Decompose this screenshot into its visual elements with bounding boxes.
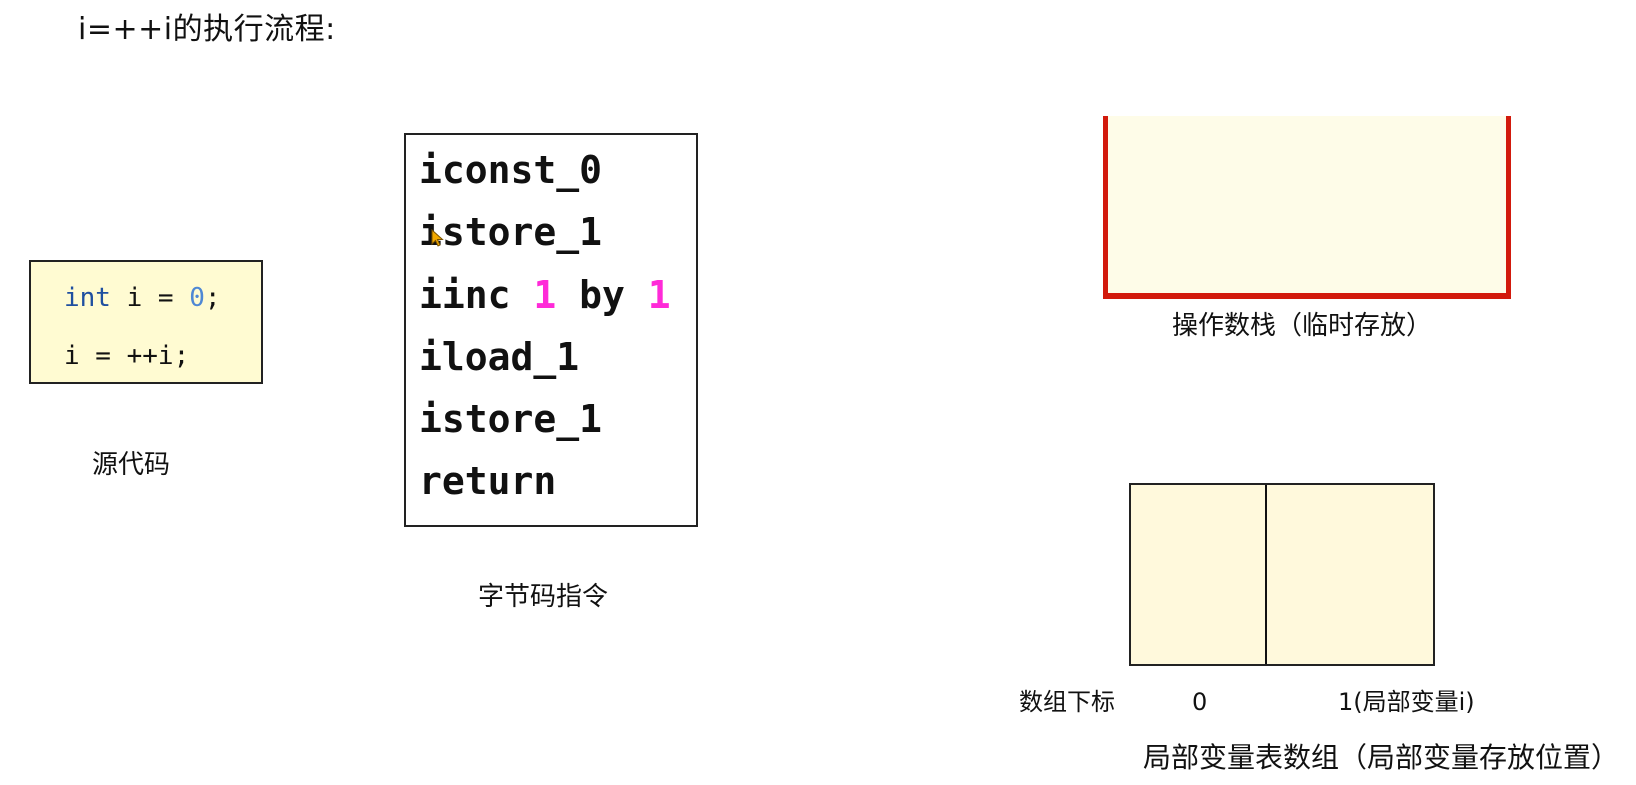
bytecode-op: iinc	[419, 273, 534, 317]
local-variable-table-label: 局部变量表数组（局部变量存放位置）	[1143, 741, 1620, 774]
bytecode-label: 字节码指令	[478, 582, 609, 612]
operand-stack-label: 操作数栈（临时存放）	[1172, 311, 1433, 341]
code-text: i =	[110, 283, 190, 313]
bytecode-instruction: return	[419, 459, 557, 503]
source-line-2: i = ++i;	[64, 341, 190, 371]
array-index-0: 0	[1192, 688, 1208, 716]
keyword-int: int	[64, 283, 111, 313]
number-literal: 0	[189, 283, 205, 313]
array-index-1: 1(局部变量i)	[1338, 688, 1475, 716]
bytecode-instruction: iinc 1 by 1	[419, 272, 671, 318]
bytecode-by: by	[556, 273, 648, 317]
code-text: ;	[204, 283, 221, 313]
bytecode-instruction: iload_1	[419, 335, 580, 379]
bytecode-arg-const: 1	[647, 273, 671, 317]
bytecode-instruction: istore_1	[419, 397, 603, 441]
lvt-slot-1	[1267, 485, 1433, 664]
bytecode-arg-index: 1	[533, 273, 557, 317]
page-title: i=++i的执行流程:	[78, 12, 336, 47]
mouse-cursor-icon	[431, 229, 444, 247]
bytecode-instruction: istore_1	[419, 210, 603, 254]
local-variable-table	[1129, 483, 1435, 666]
source-code-label: 源代码	[92, 450, 171, 480]
operand-stack	[1103, 116, 1511, 299]
array-index-title: 数组下标	[1019, 688, 1115, 716]
source-code-box: int i = 0; i = ++i;	[29, 260, 263, 384]
lvt-slot-0	[1131, 485, 1267, 664]
bytecode-instruction: iconst_0	[419, 148, 603, 192]
bytecode-box: iconst_0 istore_1 iinc 1 by 1 iload_1 is…	[404, 133, 698, 527]
source-line-1: int i = 0;	[64, 281, 221, 315]
